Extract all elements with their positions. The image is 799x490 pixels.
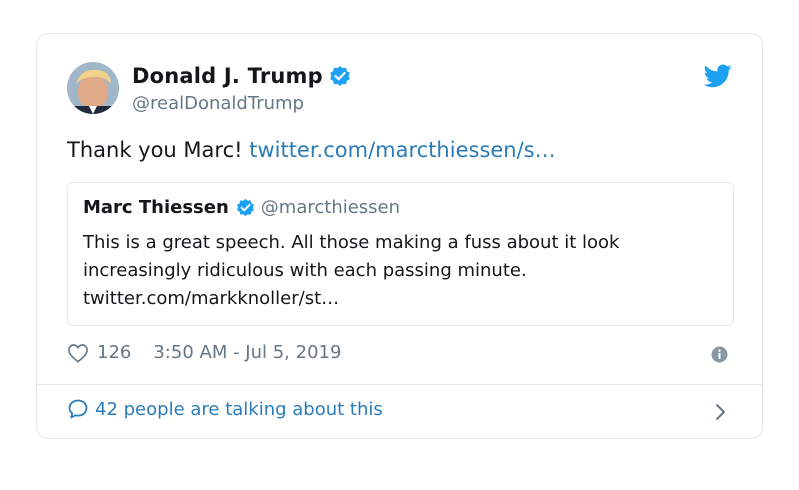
info-icon[interactable] [711, 346, 728, 363]
tweet-link[interactable]: twitter.com/marcthiessen/s… [249, 138, 555, 162]
author-name[interactable]: Donald J. Trump [132, 64, 323, 88]
conversation-label[interactable]: 42 people are talking about this [95, 399, 383, 420]
tweet-body: Thank you Marc! [67, 138, 250, 162]
tweet-text: Thank you Marc! twitter.com/marcthiessen… [67, 138, 556, 162]
quoted-author-row: Marc Thiessen @marcthiessen [83, 197, 400, 218]
conversation-link[interactable]: 42 people are talking about this [67, 398, 383, 420]
chevron-right-icon[interactable] [714, 402, 728, 422]
divider [37, 384, 762, 385]
timestamp[interactable]: 3:50 AM - Jul 5, 2019 [153, 342, 341, 363]
like-count[interactable]: 126 [97, 342, 131, 363]
tweet-card: Donald J. Trump @realDonaldTrump Thank y… [36, 33, 763, 439]
avatar[interactable] [67, 62, 119, 114]
verified-badge-icon [329, 65, 351, 87]
quoted-tweet[interactable]: Marc Thiessen @marcthiessen This is a gr… [67, 182, 734, 326]
quoted-author-name: Marc Thiessen [83, 197, 229, 218]
heart-icon[interactable] [67, 343, 89, 363]
quoted-link[interactable]: twitter.com/markknoller/st… [83, 285, 723, 313]
quoted-text-line: This is a great speech. All those making… [83, 232, 620, 253]
tweet-meta: 126 3:50 AM - Jul 5, 2019 [67, 342, 341, 363]
speech-bubble-icon [67, 398, 89, 420]
author-name-row[interactable]: Donald J. Trump [132, 64, 351, 88]
author-handle[interactable]: @realDonaldTrump [132, 93, 304, 114]
quoted-text-line: increasingly ridiculous with each passin… [83, 260, 527, 281]
quoted-text: This is a great speech. All those making… [83, 229, 723, 313]
quoted-author-handle: @marcthiessen [260, 197, 401, 218]
verified-badge-icon [236, 198, 255, 217]
twitter-bird-icon[interactable] [703, 64, 732, 88]
